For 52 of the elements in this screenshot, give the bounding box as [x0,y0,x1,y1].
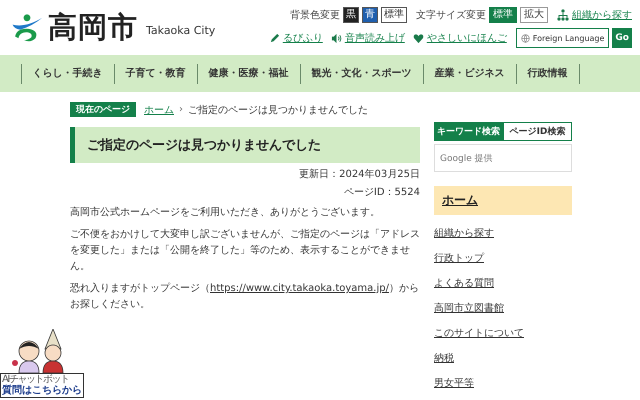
sidebar-link[interactable]: 男女平等 [434,376,572,390]
sidebar-link[interactable]: このサイトについて [434,326,572,340]
sidebar-link[interactable]: 行政トップ [434,251,572,265]
search-tab[interactable]: ページID検索 [503,122,572,141]
nav-item[interactable]: 産業・ビジネス [422,64,516,84]
sidebar-link[interactable]: 高岡市立図書館 [434,301,572,315]
text-size-button[interactable]: 拡大 [520,7,548,23]
chatbot-caption: AIチャットボット [2,374,68,385]
sidebar-link[interactable]: よくある質問 [434,276,572,290]
city-logo-icon [10,12,44,44]
breadcrumb-separator: › [179,104,183,115]
nav-item[interactable]: 観光・文化・スポーツ [300,64,422,84]
nav-item[interactable]: 行政情報 [516,64,580,84]
text-size-button[interactable]: 標準 [489,7,517,23]
breadcrumb-current: ご指定のページは見つかりませんでした [188,104,368,116]
chatbot-widget[interactable]: AIチャットボット 質問はこちらから [0,329,84,398]
chatbot-label: 質問はこちらから [2,385,82,397]
breadcrumb-link[interactable]: ホーム [144,102,174,116]
globe-icon [520,34,530,42]
search-tab[interactable]: キーワード検索 [434,122,503,141]
org-search-link[interactable]: 組織から探す [572,8,632,22]
sidebar-link[interactable]: 組織から探す [434,226,572,240]
body-paragraph: 恐れ入りますがトップページ（https://www.city.takaoka.toyama.jp/）からお探しください。 [70,282,420,312]
current-page-badge: 現在のページ [70,102,136,117]
speaker-icon [330,32,342,44]
nav-item[interactable]: 健康・医療・福祉 [196,64,300,84]
color-button[interactable]: 青 [362,7,378,23]
heart-icon [412,32,424,44]
color-button[interactable]: 標準 [381,7,407,23]
site-name-english: Takaoka City [146,24,216,37]
page-id: ページID：5524 [342,186,420,199]
color-button[interactable]: 黒 [343,7,359,23]
nav-item[interactable]: 子育て・教育 [114,64,196,84]
go-button[interactable]: Go [612,28,632,48]
background-color-label: 背景色変更 [290,8,340,22]
pencil-icon [268,32,280,44]
org-chart-icon [557,9,569,21]
nav-item[interactable]: くらし・手続き [20,64,114,84]
site-name: 高岡市 [48,8,138,46]
tool-link[interactable]: 音声読み上げ [344,31,405,45]
sidebar-link[interactable]: 納税 [434,351,572,365]
tool-link[interactable]: るびふり [282,31,323,45]
search-field[interactable]: Google 提供 [434,144,572,172]
updated-date: 更新日：2024年03月25日 [298,168,420,181]
home-link[interactable]: ホーム [434,186,572,215]
top-page-link[interactable]: https://www.city.takaoka.toyama.jp/ [210,283,389,294]
language-select[interactable]: Foreign Language [516,28,610,48]
body-paragraph: 高岡市公式ホームページをご利用いただき、ありがとうございます。 [70,206,381,220]
body-paragraph: ご不便をおかけして大変申し訳ございませんが、ご指定のページは「アドレスを変更した」または「公開を終了した」等のため、表示することができません。 [70,228,420,274]
page-title: ご指定のページは見つかりませんでした [70,127,420,163]
tool-link[interactable]: やさしいにほんご [426,31,507,45]
text-size-label: 文字サイズ変更 [416,8,486,22]
